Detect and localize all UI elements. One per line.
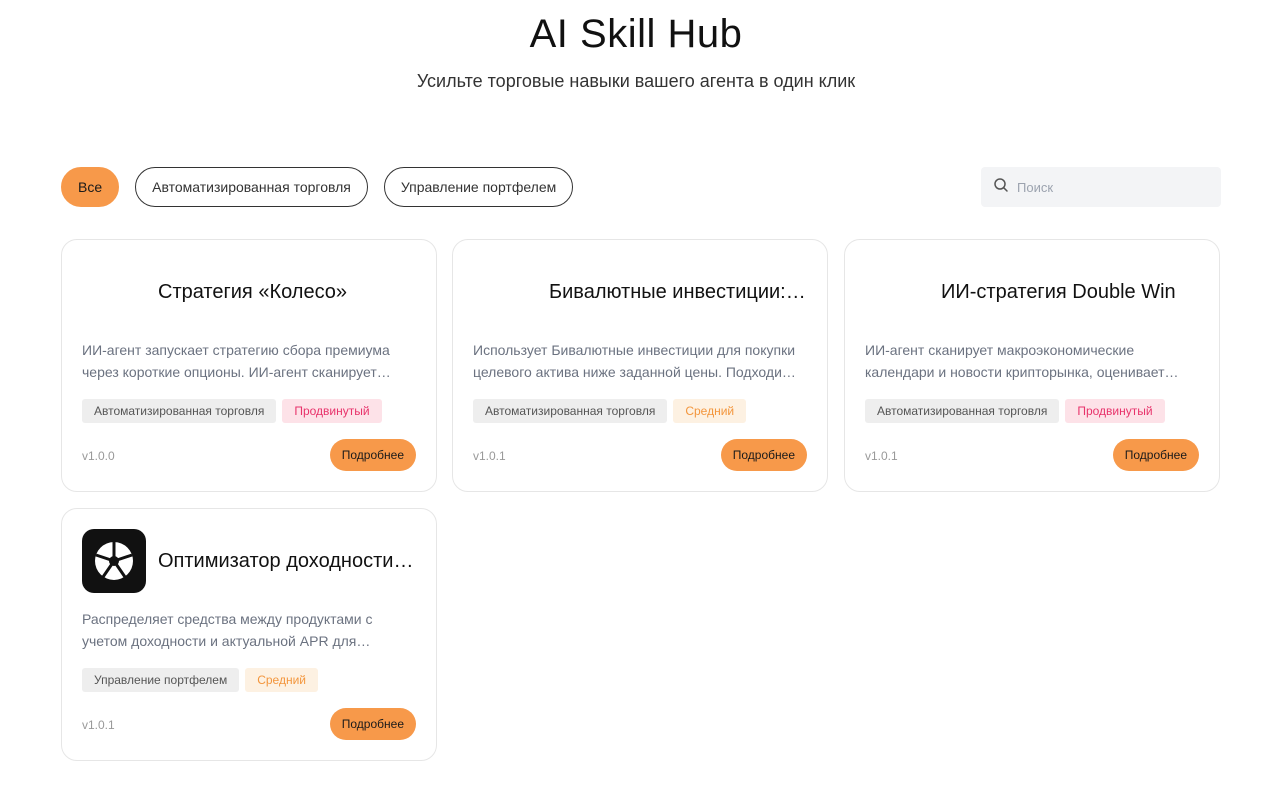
level-tag: Средний: [673, 399, 747, 423]
card-header: Бивалютные инвестиции: стратегия покупки: [473, 260, 807, 324]
filter-automated-trading[interactable]: Автоматизированная торговля: [135, 167, 368, 207]
card-logo: [865, 260, 929, 324]
skill-card[interactable]: Оптимизатор доходности Earn Распределяет…: [61, 508, 437, 761]
card-tags: Автоматизированная торговля Продвинутый: [82, 399, 382, 423]
card-tags: Управление портфелем Средний: [82, 668, 318, 692]
details-button[interactable]: Подробнее: [329, 708, 416, 740]
version-label: v1.0.0: [82, 449, 115, 463]
details-button[interactable]: Подробнее: [720, 439, 807, 471]
wheel-logo-icon: [82, 529, 146, 593]
skill-card[interactable]: Бивалютные инвестиции: стратегия покупки…: [452, 239, 828, 492]
level-tag: Продвинутый: [1065, 399, 1165, 423]
page-subtitle: Усильте торговые навыки вашего агента в …: [416, 71, 856, 91]
details-button[interactable]: Подробнее: [1112, 439, 1199, 471]
skill-card[interactable]: ИИ-стратегия Double Win ИИ-агент сканиру…: [844, 239, 1220, 492]
page-header: AI Skill Hub Усильте торговые навыки ваш…: [0, 0, 1272, 92]
version-label: v1.0.1: [865, 449, 898, 463]
card-header: ИИ-стратегия Double Win: [865, 260, 1199, 324]
skill-card[interactable]: Стратегия «Колесо» ИИ-агент запускает ст…: [61, 239, 437, 492]
card-title: Бивалютные инвестиции: стратегия покупки: [549, 280, 807, 303]
category-tag: Автоматизированная торговля: [865, 399, 1060, 423]
card-description: ИИ-агент запускает стратегию сбора преми…: [82, 342, 390, 380]
category-tag: Управление портфелем: [82, 668, 240, 692]
category-filters: Все Автоматизированная торговля Управлен…: [61, 167, 574, 207]
filter-portfolio-management[interactable]: Управление портфелем: [383, 167, 574, 207]
card-logo: [473, 260, 537, 324]
category-tag: Автоматизированная торговля: [82, 399, 277, 423]
card-header: Оптимизатор доходности Earn: [82, 529, 416, 593]
card-tags: Автоматизированная торговля Продвинутый: [865, 399, 1165, 423]
card-title: Оптимизатор доходности Earn: [158, 549, 416, 572]
card-description: Распределяет средства между продуктами с…: [82, 611, 373, 649]
search-input[interactable]: [1017, 179, 1207, 195]
level-tag: Средний: [245, 668, 318, 692]
search-box[interactable]: [981, 167, 1221, 207]
page-title: AI Skill Hub: [529, 12, 743, 56]
card-logo: [82, 260, 146, 324]
card-description: ИИ-агент сканирует макроэкономические ка…: [865, 342, 1165, 380]
details-button[interactable]: Подробнее: [329, 439, 416, 471]
card-header: Стратегия «Колесо»: [82, 260, 416, 324]
filter-all[interactable]: Все: [61, 167, 120, 207]
search-icon: [993, 177, 1009, 198]
category-tag: Автоматизированная торговля: [473, 399, 668, 423]
card-tags: Автоматизированная торговля Средний: [473, 399, 747, 423]
version-label: v1.0.1: [473, 449, 506, 463]
level-tag: Продвинутый: [282, 399, 382, 423]
version-label: v1.0.1: [82, 718, 115, 732]
card-title: ИИ-стратегия Double Win: [941, 280, 1176, 303]
card-description: Использует Бивалютные инвестиции для пок…: [473, 342, 796, 380]
card-title: Стратегия «Колесо»: [158, 280, 348, 303]
